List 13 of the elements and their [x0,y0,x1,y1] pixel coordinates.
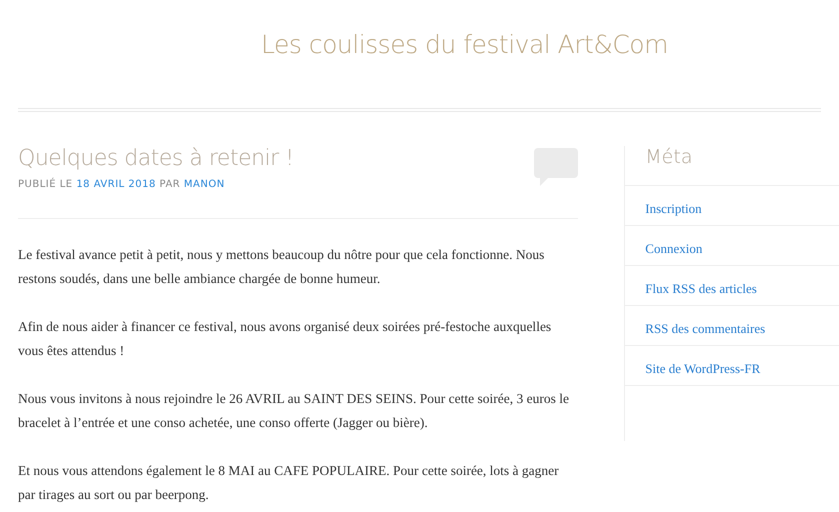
sidebar-link[interactable]: Connexion [625,226,839,266]
sidebar-link[interactable]: RSS des commentaires [625,306,839,346]
sidebar-link[interactable]: Inscription [625,186,839,226]
body-paragraph: Et nous vous attendons également le 8 MAI au CAFE POPULAIRE. Pour cette soirée, lots à gagner par tirages au sort ou par beerpong. [18,462,560,504]
sidebar-link[interactable]: Site de WordPress-FR [625,346,839,386]
post-meta: PUBLIÉ LE 18 AVRIL 2018 PAR MANON [18,179,226,190]
site-title[interactable]: Les coulisses du festival Art&Com [18,0,821,59]
post-title[interactable]: Quelques dates à retenir ! [18,146,294,171]
body-paragraph: Le festival avance petit à petit, nous y mettons beaucoup du nôtre pour que cela fonctionne. Nous restons soudés, dans une belle ambiance chargée de bonne humeur. [18,246,546,288]
body-paragraph: Nous vous invitons à nous rejoindre le 26 AVRIL au SAINT DES SEINS. Pour cette soirée, 3 euros le bracelet à l’entrée et une conso achetée, une conso offerte (Jagger ou bière). [18,390,570,432]
sidebar-heading: Méta [625,146,839,186]
body-paragraph: Afin de nous aider à financer ce festival, nous avons organisé deux soirées pré-festoche auxquelles vous êtes attendus ! [18,318,552,360]
sidebar-link[interactable]: Flux RSS des articles [625,266,839,306]
